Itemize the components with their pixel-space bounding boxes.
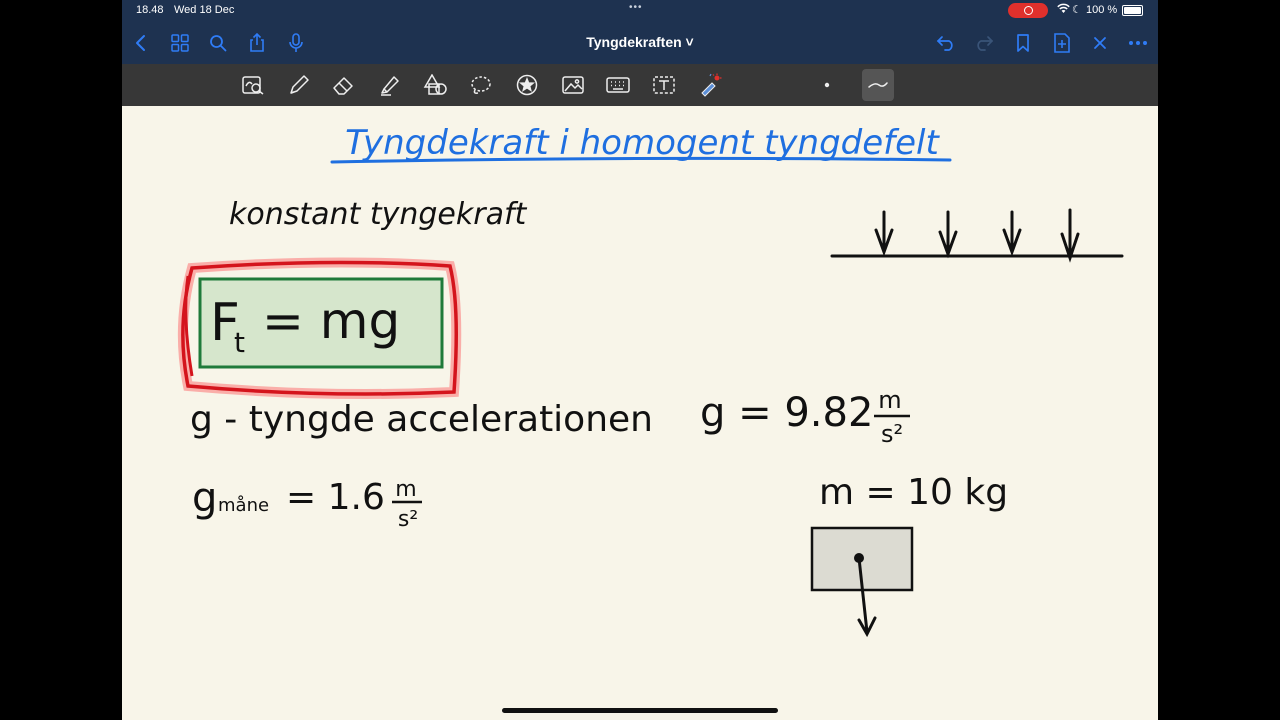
highlighter-icon[interactable] [376, 71, 404, 99]
eraser-icon[interactable] [330, 71, 358, 99]
g-moon-unit-numerator: m [395, 477, 416, 502]
mass-label: m = 10 kg [819, 472, 1008, 513]
document-title-label: Tyngdekraften [586, 34, 682, 50]
redo-icon[interactable] [972, 31, 996, 55]
g-unit-denominator: s² [881, 420, 903, 448]
document-title-button[interactable]: Tyngdekraften ˅ [586, 34, 694, 50]
field-lines-diagram [830, 208, 1124, 263]
g-moon-value: = 1.6 [286, 477, 385, 518]
back-chevron-icon[interactable] [129, 31, 153, 55]
drawing-toolbar [122, 64, 1158, 106]
microphone-icon[interactable] [284, 31, 308, 55]
status-date: Wed 18 Dec [174, 4, 235, 16]
formula-equals-mg: = mg [262, 292, 400, 350]
zoom-window-icon[interactable] [239, 71, 267, 99]
undo-icon[interactable] [934, 31, 958, 55]
search-icon[interactable] [206, 31, 230, 55]
ipad-screen: 18.48 Wed 18 Dec ••• ☾ 100 % Tyngdekraft… [122, 0, 1158, 720]
status-time: 18.48 [136, 4, 164, 16]
pen-icon[interactable] [285, 71, 313, 99]
lasso-icon[interactable] [467, 71, 495, 99]
grid-icon[interactable] [168, 31, 192, 55]
curve-stroke-icon[interactable] [862, 69, 894, 101]
fine-stroke-dot-icon[interactable] [813, 71, 841, 99]
status-bar: 18.48 Wed 18 Dec ••• ☾ 100 % [122, 0, 1158, 22]
field-arrow [1060, 208, 1080, 263]
wifi-icon [1057, 3, 1070, 17]
g-value: g = 9.82 [700, 390, 873, 436]
moon-icon: ☾ [1072, 4, 1082, 16]
note-line-constant-gravity: konstant tyngekraft [229, 197, 528, 232]
battery-icon [1122, 5, 1143, 16]
screen-recording-icon[interactable] [1008, 3, 1048, 18]
g-moon-subscript: måne [218, 495, 269, 516]
more-icon[interactable] [1126, 31, 1150, 55]
multitasking-dots-icon[interactable]: ••• [629, 2, 643, 13]
text-box-icon[interactable] [650, 71, 678, 99]
g-moon-unit-denominator: s² [398, 507, 418, 532]
sticker-icon[interactable] [513, 71, 541, 99]
home-indicator[interactable] [502, 708, 778, 713]
formula-subscript: t [234, 326, 245, 359]
field-arrow [1002, 210, 1022, 257]
field-arrow [938, 210, 958, 259]
note-canvas[interactable]: Tyngdekraft i homogent tyngdefelt konsta… [122, 106, 1158, 720]
laser-pointer-icon[interactable] [696, 71, 724, 99]
field-arrow [874, 210, 894, 257]
g-moon-symbol: g [192, 475, 217, 521]
shapes-icon[interactable] [421, 71, 449, 99]
battery-percent: 100 % [1086, 4, 1118, 16]
bookmark-icon[interactable] [1011, 31, 1035, 55]
document-title: Tyngdekraften ˅ [122, 34, 1158, 50]
handwriting-layer: Tyngdekraft i homogent tyngdefelt konsta… [177, 123, 1124, 638]
close-icon[interactable] [1088, 31, 1112, 55]
g-unit-numerator: m [878, 386, 901, 414]
definition-g: g - tyngde accelerationen [190, 399, 653, 440]
keyboard-icon[interactable] [604, 71, 632, 99]
share-icon[interactable] [245, 31, 269, 55]
add-page-icon[interactable] [1050, 31, 1074, 55]
image-icon[interactable] [559, 71, 587, 99]
navigation-bar: Tyngdekraften ˅ [122, 22, 1158, 64]
